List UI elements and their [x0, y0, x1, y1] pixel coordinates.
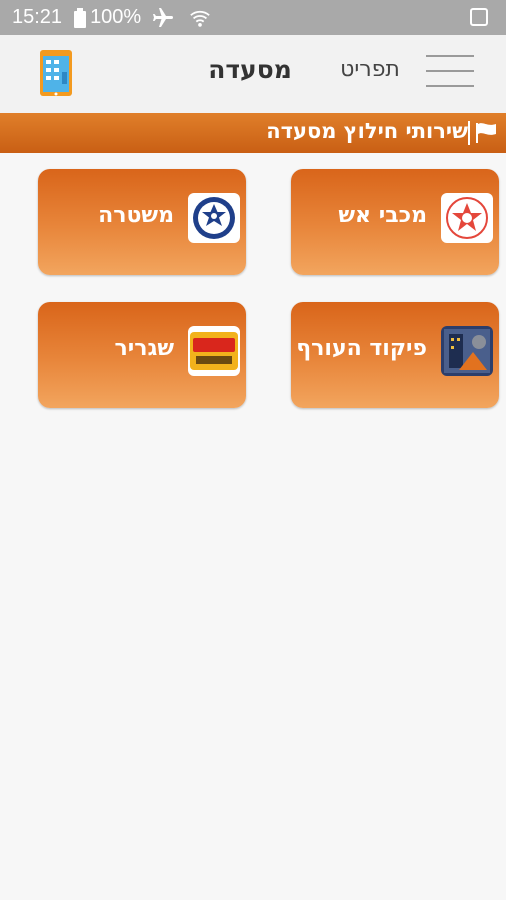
service-label: משטרה	[98, 203, 174, 228]
service-label: שגריר	[114, 336, 174, 361]
status-time: 15:21	[12, 6, 63, 28]
menu-label[interactable]: תפריט	[330, 57, 410, 82]
building-phone-logo	[38, 48, 74, 98]
service-tile-home-front[interactable]: פיקוד העורף	[291, 302, 499, 408]
service-label: מכבי אש	[338, 203, 427, 228]
section-header: שירותי חילוץ מסעדה	[0, 113, 506, 153]
battery-icon	[74, 7, 87, 28]
image-notification-icon	[470, 8, 488, 26]
hamburger-menu-icon[interactable]	[426, 53, 474, 89]
police-emblem-icon	[188, 193, 240, 243]
page-title: מסעדה	[208, 55, 292, 84]
battery-percent: 100%	[90, 6, 142, 28]
shagrir-logo-icon	[188, 326, 240, 376]
service-tile-police[interactable]: משטרה	[38, 169, 246, 275]
home-front-command-icon	[441, 326, 493, 376]
section-divider	[468, 121, 470, 145]
service-tile-shagrir[interactable]: שגריר	[38, 302, 246, 408]
fire-service-emblem-icon	[441, 193, 493, 243]
service-label: פיקוד העורף	[296, 336, 427, 361]
section-title: שירותי חילוץ מסעדה	[266, 119, 468, 143]
status-bar: 15:21 100%	[0, 0, 506, 35]
app-header: מסעדה תפריט	[0, 35, 506, 113]
airplane-mode-icon	[153, 7, 174, 27]
service-tile-fire[interactable]: מכבי אש	[291, 169, 499, 275]
flag-icon	[476, 123, 496, 143]
wifi-icon	[190, 10, 210, 27]
